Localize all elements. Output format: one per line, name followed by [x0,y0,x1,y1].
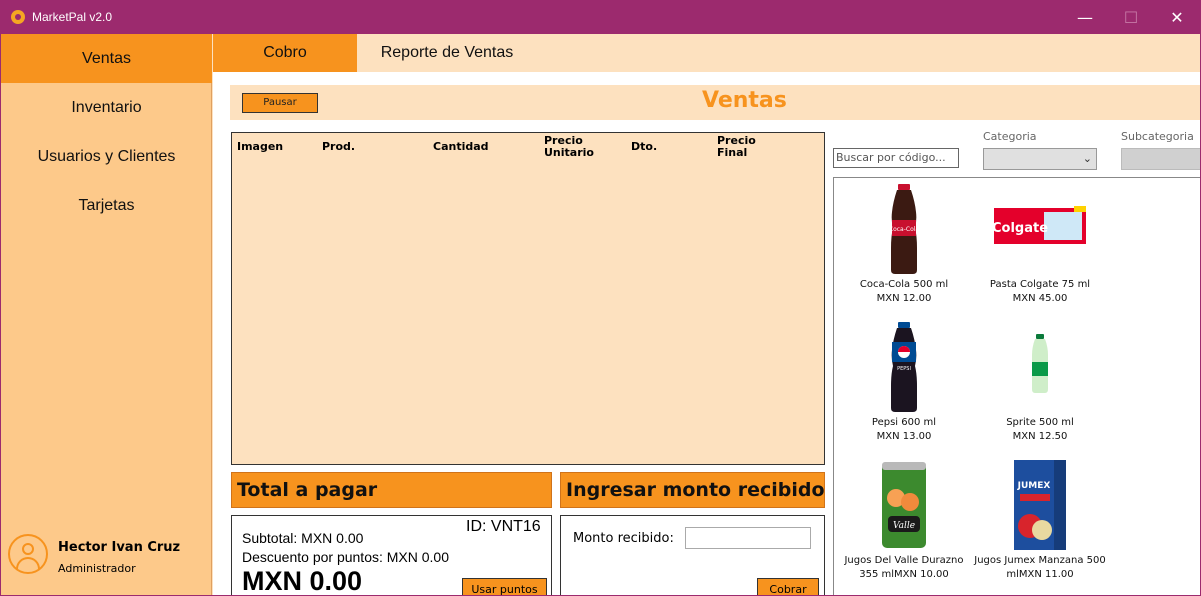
svg-text:Coca-Cola: Coca-Cola [889,226,920,233]
tab-cobro[interactable]: Cobro [213,34,357,72]
product-name: Sprite 500 ml [1006,417,1074,428]
svg-text:JUMEX: JUMEX [1017,481,1051,491]
jumex-carton-icon: JUMEX [970,458,1110,554]
chevron-down-icon: ⌄ [1082,152,1092,165]
col-precio-unitario: Precio Unitario [544,134,594,159]
sale-header: Pausar Ventas [230,85,1200,120]
product-price: MXN 45.00 [1012,293,1068,304]
product-price: 355 mlMXN 10.00 [859,569,949,580]
sidebar: Ventas Inventario Usuarios y Clientes Ta… [1,34,212,595]
product-price: MXN 12.00 [876,293,932,304]
search-input[interactable]: Buscar por código... [833,148,959,168]
pause-button[interactable]: Pausar [242,93,318,113]
cart-table[interactable]: Imagen Prod. Cantidad Precio Unitario Dt… [231,132,825,465]
sprite-bottle-icon [970,320,1110,416]
user-role: Administrador [58,562,136,575]
subcategory-label: Subcategoria [1121,130,1194,143]
totals-panel: ID: VNT16 Subtotal: MXN 0.00 Descuento p… [231,515,552,596]
product-grid[interactable]: Coca-Cola Coca-Cola 500 ml MXN 12.00 Col… [833,177,1200,595]
colgate-box-icon: Colgate [970,182,1110,278]
user-avatar-icon [8,534,48,574]
coca-cola-bottle-icon: Coca-Cola [834,182,974,278]
product-name: Pasta Colgate 75 ml [989,279,1091,290]
product-name: Pepsi 600 ml [871,417,937,428]
app-window: MarketPal v2.0 — ☐ ✕ Ventas Inventario U… [0,0,1201,596]
product-name: Jugos Jumex Manzana 500 [974,555,1106,566]
payment-header: Ingresar monto recibido [560,472,825,508]
del-valle-can-icon: Valle [834,458,974,554]
product-card[interactable]: Valle Jugos Del Valle Durazno 355 mlMXN … [834,458,974,582]
sidebar-item-inventario[interactable]: Inventario [1,83,212,132]
sidebar-item-ventas[interactable]: Ventas [1,34,212,83]
svg-text:Valle: Valle [893,521,915,531]
sale-id: ID: VNT16 [466,518,541,535]
product-card[interactable]: Sprite 500 ml MXN 12.50 [970,320,1110,444]
user-name: Hector Ivan Cruz [58,540,181,555]
discount-text: Descuento por puntos: MXN 0.00 [242,549,450,565]
payment-panel: Monto recibido: Cobrar [560,515,825,595]
sidebar-item-tarjetas[interactable]: Tarjetas [1,181,212,230]
amount-received-input[interactable] [685,527,811,549]
tab-bar: Cobro Reporte de Ventas [213,34,1200,72]
product-name: Coca-Cola 500 ml [859,279,949,290]
product-card[interactable]: JUMEX Jugos Jumex Manzana 500 mlMXN 11.0… [970,458,1110,582]
total-amount: MXN 0.00 [242,566,363,596]
window-title: MarketPal v2.0 [32,10,113,24]
sidebar-item-usuarios-clientes[interactable]: Usuarios y Clientes [1,132,212,181]
subcategory-select[interactable] [1121,148,1200,170]
category-select[interactable]: ⌄ [983,148,1097,170]
product-price: mlMXN 11.00 [1006,569,1074,580]
col-precio-final: Precio Final [717,134,756,159]
subtotal-text: Subtotal: MXN 0.00 [242,530,364,546]
col-imagen: Imagen [237,140,284,153]
product-card[interactable]: Colgate Pasta Colgate 75 ml MXN 45.00 [970,182,1110,306]
title-bar: MarketPal v2.0 — ☐ ✕ [1,1,1200,34]
product-price: MXN 13.00 [876,431,932,442]
product-name: Jugos Del Valle Durazno [844,555,964,566]
tab-reporte-ventas[interactable]: Reporte de Ventas [357,34,537,72]
main-content: Pausar Ventas Imagen Prod. Cantidad Prec… [213,72,1200,596]
maximize-button[interactable]: ☐ [1108,1,1154,34]
col-cantidad: Cantidad [433,140,489,153]
col-prod: Prod. [322,140,356,153]
product-price: MXN 12.50 [1012,431,1068,442]
col-dto: Dto. [631,140,658,153]
product-card[interactable]: PEPSI Pepsi 600 ml MXN 13.00 [834,320,974,444]
total-header: Total a pagar [231,472,552,508]
page-title: Ventas [702,88,787,113]
svg-text:Colgate: Colgate [992,221,1048,236]
amount-received-label: Monto recibido: [573,531,674,546]
category-label: Categoria [983,130,1037,143]
pepsi-bottle-icon: PEPSI [834,320,974,416]
product-card[interactable]: Coca-Cola Coca-Cola 500 ml MXN 12.00 [834,182,974,306]
charge-button[interactable]: Cobrar [757,578,819,595]
app-logo-icon [11,10,25,24]
minimize-button[interactable]: — [1062,1,1108,34]
use-points-button[interactable]: Usar puntos [462,578,547,595]
close-button[interactable]: ✕ [1154,1,1200,34]
svg-text:PEPSI: PEPSI [897,366,911,372]
